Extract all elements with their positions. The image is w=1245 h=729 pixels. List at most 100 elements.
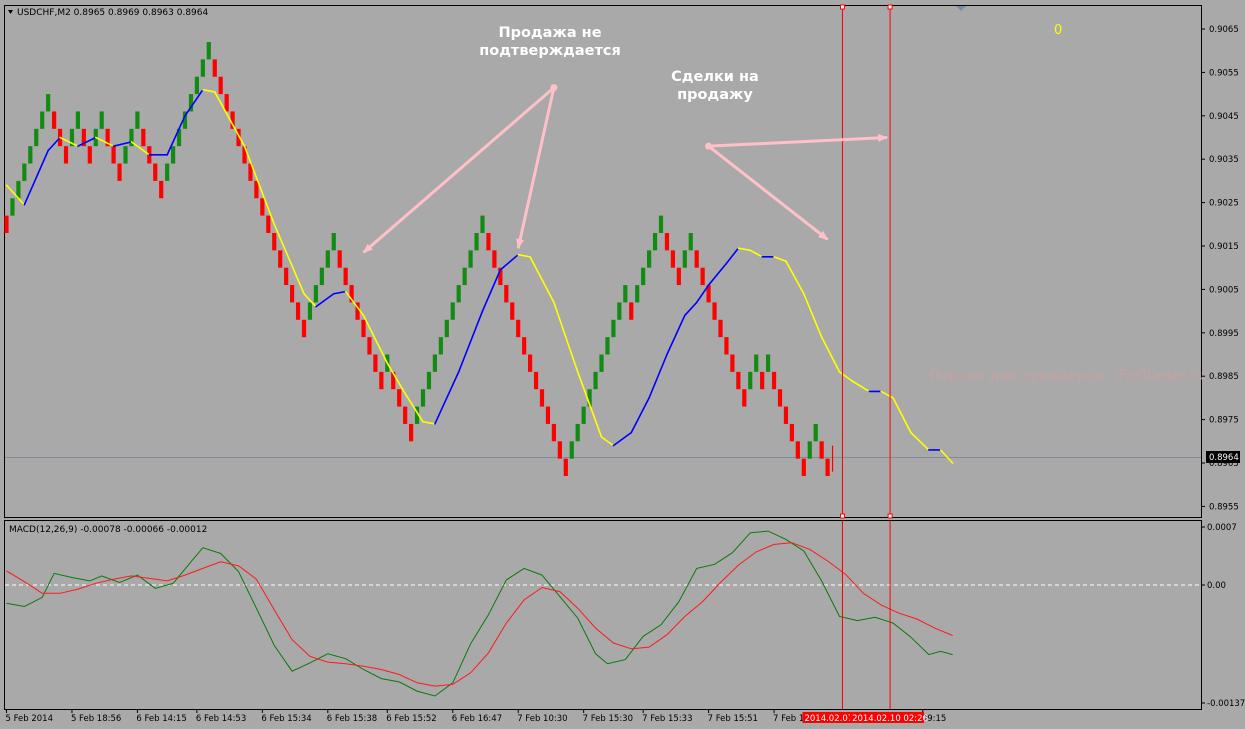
renko-brick-down [343, 267, 348, 286]
renko-brick-down [52, 111, 57, 129]
macd-tick-label: -0.00137 [1207, 699, 1245, 709]
renko-brick-up [432, 354, 437, 372]
renko-brick-down [266, 215, 271, 233]
annotation-arrow-origin [550, 84, 558, 92]
renko-brick-up [165, 163, 170, 181]
renko-brick-up [581, 406, 586, 424]
renko-brick-up [754, 354, 759, 372]
renko-brick-down [301, 319, 307, 338]
renko-brick-down [522, 337, 527, 355]
renko-brick-up [748, 371, 753, 390]
renko-brick-up [766, 354, 771, 372]
time-tick-label: 7 Feb 10:30 [517, 714, 567, 724]
renko-brick-up [450, 302, 455, 320]
trading-chart[interactable]: Продажа не подтверждается Сделки на продажу… [0, 0, 1245, 729]
annotation-text-line: продажу [677, 87, 753, 103]
price-tick-label: 0.8955 [1209, 502, 1239, 512]
renko-brick-down [492, 250, 497, 268]
renko-brick-up [652, 232, 658, 251]
renko-brick-down [260, 198, 265, 216]
renko-brick-down [141, 128, 146, 147]
renko-brick-down [212, 59, 217, 77]
price-tick-label: 0.9015 [1209, 242, 1239, 252]
renko-brick-up [474, 232, 479, 251]
renko-brick-up [605, 337, 610, 355]
renko-brick-up [194, 76, 199, 95]
renko-brick-down [629, 302, 634, 320]
watermark-text: Портал для трейдеров - ForTrader.ru [929, 368, 1205, 384]
renko-brick-down [373, 354, 378, 372]
renko-brick-up [10, 198, 15, 216]
current-price-text: 0.8964 [1209, 453, 1239, 463]
renko-brick-down [218, 76, 223, 95]
renko-brick-up [599, 354, 604, 372]
renko-brick-down [742, 389, 747, 407]
chart-background [0, 0, 1245, 729]
price-tick-label: 0.8985 [1209, 372, 1239, 382]
renko-brick-down [272, 232, 277, 251]
renko-brick-up [807, 441, 812, 459]
vertical-line-handle [839, 513, 845, 519]
time-tick-label: 6 Feb 16:47 [452, 714, 502, 724]
renko-brick-down [379, 371, 384, 390]
renko-brick-down [563, 458, 568, 477]
renko-brick-up [40, 111, 45, 129]
renko-brick-up [420, 389, 426, 407]
renko-brick-down [403, 406, 408, 424]
macd-title-text: MACD(12,26,9) -0.00078 -0.00066 -0.00012 [9, 525, 207, 535]
renko-brick-up [635, 285, 640, 303]
renko-brick-down [694, 250, 699, 268]
renko-brick-up [611, 319, 616, 338]
renko-brick-down [224, 94, 229, 112]
renko-brick-up [682, 250, 687, 268]
renko-brick-up [617, 302, 622, 320]
time-tick-label: 7 Feb 15:30 [583, 714, 633, 724]
price-tick-label: 0.9035 [1209, 155, 1239, 165]
renko-brick-down [504, 285, 509, 303]
renko-brick-up [813, 423, 818, 442]
time-tick-label: 6 Feb 14:53 [196, 714, 246, 724]
main-title: USDCHF,M2 0.8965 0.8969 0.8963 0.8964 [8, 8, 208, 18]
time-tick-label: 6 Feb 14:15 [136, 714, 186, 724]
renko-brick-up [623, 285, 628, 303]
renko-brick-up [426, 371, 432, 390]
overlay-counter: 0 [1054, 23, 1062, 38]
renko-brick-up [593, 371, 598, 390]
renko-brick-up [658, 215, 664, 233]
renko-brick-up [647, 250, 652, 268]
renko-brick-up [456, 285, 461, 303]
renko-brick-down [730, 354, 735, 372]
renko-brick-down [545, 406, 551, 424]
renko-brick-down [63, 146, 69, 164]
renko-brick-down [712, 302, 717, 320]
annotation-arrow-origin [705, 142, 713, 150]
renko-brick-up [22, 163, 27, 181]
renko-brick-up [206, 42, 211, 60]
time-tick-label: 6 Feb 15:52 [386, 714, 436, 724]
macd-tick-label: 0.00 [1207, 581, 1226, 591]
vertical-line-handle [887, 4, 893, 10]
price-tick-label: 0.8975 [1209, 416, 1239, 426]
price-tick-label: 0.9005 [1209, 285, 1239, 295]
renko-brick-up [462, 267, 467, 286]
renko-brick-down [159, 180, 164, 199]
renko-brick-up [325, 250, 330, 268]
renko-brick-down [367, 337, 372, 355]
renko-brick-down [551, 423, 556, 442]
renko-brick-up [200, 59, 205, 77]
renko-brick-down [295, 302, 301, 320]
price-tick-label: 0.9065 [1209, 25, 1239, 35]
renko-brick-down [87, 146, 92, 164]
renko-brick-down [397, 389, 402, 407]
renko-brick-down [777, 389, 783, 407]
renko-brick-up [688, 232, 693, 251]
renko-brick-down [337, 250, 342, 268]
annotation-text-line: Сделки на [671, 69, 759, 85]
renko-brick-down [557, 441, 562, 459]
renko-brick-up [575, 423, 580, 442]
time-tick-label: 6 Feb 15:38 [327, 714, 377, 724]
renko-brick-down [528, 354, 533, 372]
annotation-text-line: Продажа не [498, 25, 601, 41]
price-tick-label: 0.9045 [1209, 112, 1239, 122]
renko-brick-down [539, 389, 545, 407]
